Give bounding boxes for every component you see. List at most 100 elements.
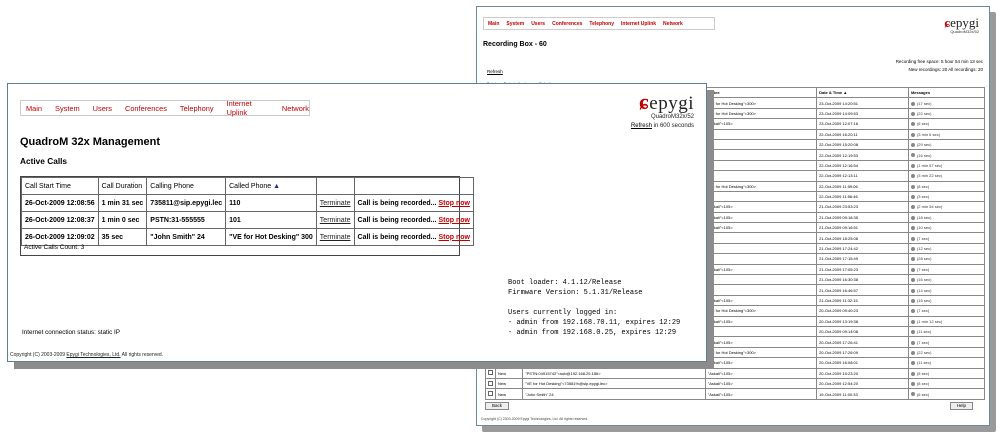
checkbox-box[interactable]	[488, 380, 493, 386]
menu-users[interactable]: Users	[93, 104, 112, 113]
recording-message[interactable]: (16 sec)	[907, 274, 986, 286]
stop-now-link[interactable]: Stop now	[438, 200, 470, 207]
row-checkbox[interactable]	[485, 377, 496, 390]
recording-message[interactable]: (12 sec)	[907, 242, 986, 255]
recording-message[interactable]: (18 sec)	[907, 211, 986, 224]
call-row: 26-Oct-2009 12:08:37 1 min 0 sec PSTN:31…	[21, 211, 474, 229]
play-icon[interactable]	[910, 330, 915, 335]
play-icon[interactable]	[910, 122, 915, 127]
play-icon[interactable]	[910, 371, 915, 376]
menu-main[interactable]: Main	[26, 104, 42, 113]
play-icon[interactable]	[910, 278, 915, 283]
play-icon[interactable]	[910, 153, 915, 158]
menu-telephony[interactable]: Telephony	[180, 104, 214, 113]
play-icon[interactable]	[910, 143, 915, 148]
recording-message[interactable]: (8 sec)	[907, 377, 986, 390]
recording-message[interactable]: (15 sec)	[907, 294, 986, 307]
play-icon[interactable]	[910, 298, 915, 303]
recording-message[interactable]: (8 sec)	[907, 180, 986, 192]
play-icon[interactable]	[910, 361, 915, 366]
recording-message[interactable]: (22 sec)	[907, 107, 986, 120]
back-menu-network[interactable]: Network	[663, 21, 683, 27]
col-calling-phone[interactable]: Calling Phone	[146, 177, 227, 195]
back-menu-telephony[interactable]: Telephony	[589, 21, 614, 27]
recording-message[interactable]: (3 sec)	[907, 190, 986, 203]
recording-message[interactable]: (11 sec)	[907, 325, 986, 338]
row-checkbox[interactable]	[485, 367, 496, 379]
play-icon[interactable]	[910, 132, 915, 137]
play-icon[interactable]	[910, 163, 915, 168]
stop-now-link[interactable]: Stop now	[438, 217, 470, 224]
terminate-link[interactable]: Terminate	[315, 194, 355, 212]
recording-message[interactable]: (2 min 54 sec)	[907, 201, 986, 213]
recording-message[interactable]: (3 min 22 sec)	[907, 170, 986, 182]
play-icon[interactable]	[910, 195, 915, 200]
terminate-link[interactable]: Terminate	[315, 211, 355, 229]
back-menu-main[interactable]: Main	[488, 21, 499, 27]
recording-message[interactable]: (7 sec)	[907, 305, 986, 317]
play-icon[interactable]	[910, 257, 915, 262]
stop-now-link[interactable]: Stop now	[438, 234, 470, 241]
back-menu-conferences[interactable]: Conferences	[552, 21, 582, 27]
play-icon[interactable]	[910, 236, 915, 241]
back-refresh-link[interactable]: Refresh	[487, 69, 503, 74]
back-menu-users[interactable]: Users	[531, 21, 545, 27]
back-menu-system[interactable]: System	[506, 21, 524, 27]
menu-network[interactable]: Network	[282, 104, 309, 113]
refresh-link[interactable]: Refresh	[631, 123, 652, 129]
col-called-phone[interactable]: Called Phone ▲	[225, 177, 317, 195]
menu-conferences[interactable]: Conferences	[125, 104, 167, 113]
col-call-duration[interactable]: Call Duration	[97, 177, 148, 195]
menu-internet-uplink[interactable]: Internet Uplink	[227, 99, 269, 117]
recording-message[interactable]: (8 sec)	[907, 367, 986, 379]
recording-status-text: Call is being recorded...	[357, 199, 437, 207]
play-icon[interactable]	[910, 267, 915, 272]
row-checkbox[interactable]	[485, 388, 496, 400]
play-icon[interactable]	[910, 288, 915, 293]
copyright-prefix: Copyright (C) 2003-2009	[10, 352, 67, 358]
recording-message[interactable]: (6 sec)	[907, 388, 986, 400]
recording-message[interactable]: (22 sec)	[907, 346, 986, 359]
checkbox-box[interactable]	[488, 370, 493, 376]
recording-message[interactable]: (28 sec)	[907, 253, 986, 265]
epygi-link[interactable]: Epygi Technologies, Ltd.	[66, 352, 120, 358]
play-icon[interactable]	[910, 350, 915, 355]
recording-message[interactable]: (3 min 6 sec)	[907, 128, 986, 140]
play-icon[interactable]	[910, 111, 915, 116]
play-icon[interactable]	[910, 382, 915, 387]
recording-message[interactable]: (14 sec)	[907, 284, 986, 296]
recording-message[interactable]: (11 sec)	[907, 357, 986, 369]
recording-message[interactable]: (17 sec)	[907, 97, 986, 109]
recording-message[interactable]: (16 sec)	[907, 149, 986, 161]
recording-message[interactable]: (6 sec)	[907, 118, 986, 130]
play-icon[interactable]	[910, 184, 915, 189]
checkbox-box[interactable]	[488, 391, 493, 397]
play-icon[interactable]	[910, 205, 915, 210]
recording-message[interactable]: (10 sec)	[907, 222, 986, 234]
col-call-start-time[interactable]: Call Start Time	[21, 177, 99, 195]
menu-system[interactable]: System	[55, 104, 80, 113]
back-button[interactable]: Back	[485, 402, 510, 410]
play-icon[interactable]	[910, 392, 915, 397]
play-icon[interactable]	[910, 215, 915, 220]
recording-message[interactable]: (7 sec)	[907, 232, 986, 244]
back-menu-internet-uplink[interactable]: Internet Uplink	[621, 21, 656, 27]
help-button[interactable]: Help	[949, 402, 973, 410]
play-icon[interactable]	[910, 101, 915, 106]
recording-message[interactable]: (1 min 12 sec)	[907, 315, 986, 328]
play-icon[interactable]	[910, 226, 915, 231]
play-icon[interactable]	[910, 174, 915, 179]
play-icon[interactable]	[910, 340, 915, 345]
col-callee[interactable]: Callee	[704, 86, 818, 99]
col-messages[interactable]: Messages	[907, 86, 986, 99]
play-icon[interactable]	[910, 246, 915, 251]
recording-message[interactable]: (7 sec)	[907, 263, 986, 276]
recording-message[interactable]: (29 sec)	[907, 138, 986, 151]
recording-message[interactable]: (7 sec)	[907, 336, 986, 348]
play-icon[interactable]	[910, 309, 915, 314]
terminate-link[interactable]: Terminate	[315, 228, 355, 246]
recording-datetime: 20-Oct-2009 15:23:20	[816, 367, 909, 379]
col-date-time[interactable]: Date & Time ▲	[816, 86, 909, 99]
play-icon[interactable]	[910, 319, 915, 324]
recording-message[interactable]: (1 min 57 sec)	[907, 159, 986, 172]
